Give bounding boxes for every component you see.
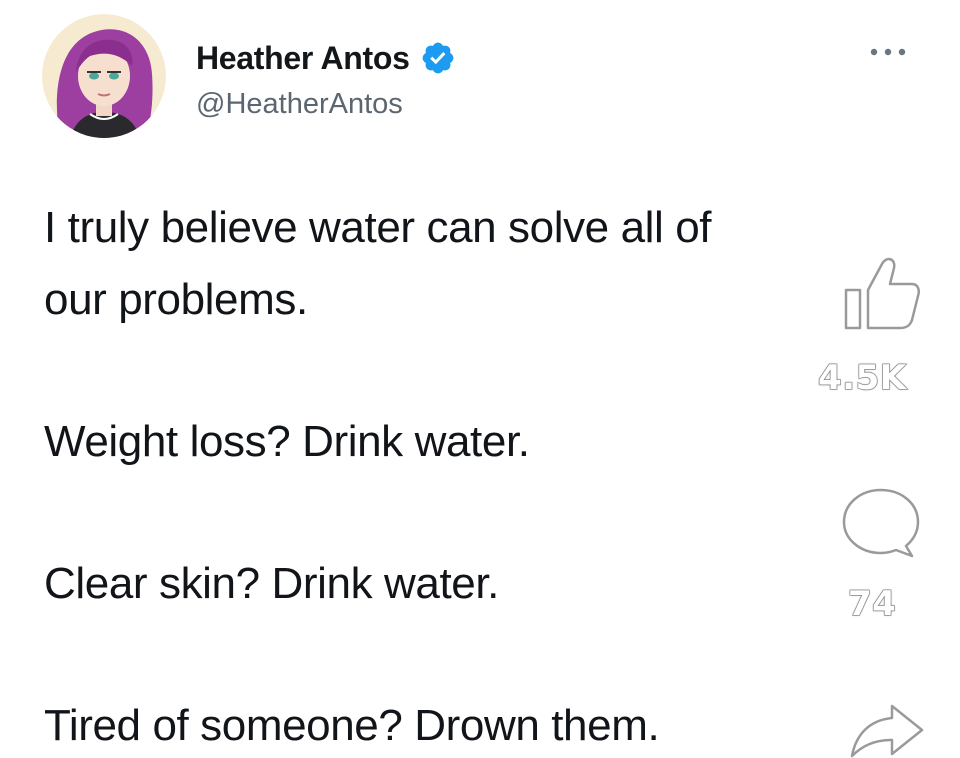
more-horizontal-icon[interactable] (866, 42, 910, 62)
tweet-author: Heather Antos @HeatherAntos (196, 38, 456, 121)
tweet-line: Tired of someone? Drown them. (44, 701, 660, 750)
tweet-line: Weight loss? Drink water. (44, 417, 530, 466)
author-display-name[interactable]: Heather Antos (196, 40, 410, 77)
comment-count: 74 (847, 583, 897, 625)
tweet-line: Clear skin? Drink water. (44, 559, 499, 608)
tweet-line: our problems. (44, 275, 308, 324)
author-name-row: Heather Antos (196, 38, 456, 78)
tweet-text: I truly believe water can solve all of o… (44, 192, 924, 758)
share-arrow-icon[interactable] (846, 700, 928, 758)
comment-bubble-icon[interactable] (838, 484, 924, 560)
avatar[interactable] (42, 14, 166, 138)
like-count: 4.5K (817, 357, 907, 399)
thumbs-up-icon[interactable] (838, 250, 924, 334)
tweet-line: I truly believe water can solve all of (44, 203, 712, 252)
verified-badge-icon (422, 42, 453, 74)
avatar-illustration-icon (42, 14, 166, 138)
author-handle[interactable]: @HeatherAntos (196, 88, 456, 121)
